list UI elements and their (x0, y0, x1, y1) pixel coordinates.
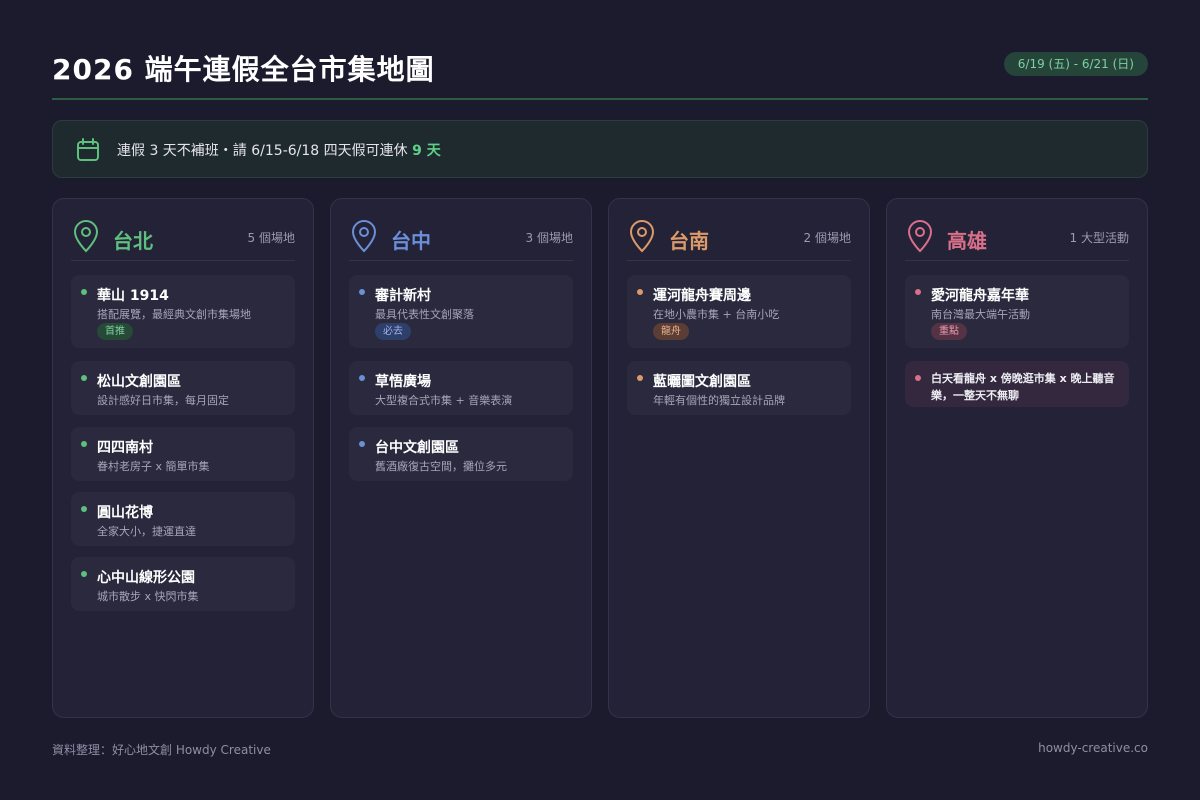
venue-desc: 在地小農市集 + 台南小吃 (653, 308, 780, 321)
region-header: 高雄 1 大型活動 (905, 217, 1129, 261)
venue-tag: 重點 (931, 323, 967, 340)
venue-desc: 設計感好日市集，每月固定 (97, 394, 229, 407)
venue-title: 運河龍舟賽周邊 (653, 288, 751, 304)
region-header: 台北 5 個場地 (71, 217, 295, 261)
venue-card[interactable]: 草悟廣場 大型複合式市集 + 音樂表演 (349, 361, 573, 415)
venue-title: 台中文創園區 (375, 440, 459, 456)
venue-card[interactable]: 四四南村 眷村老房子 x 簡單市集 (71, 427, 295, 481)
footer-credit: 資料整理：好心地文創 Howdy Creative (52, 743, 271, 757)
calendar-icon (77, 138, 99, 161)
venue-desc: 大型複合式市集 + 音樂表演 (375, 394, 513, 407)
venue-title: 松山文創園區 (97, 374, 181, 390)
map-pin-icon (629, 220, 655, 253)
region-name: 高雄 (947, 229, 987, 253)
page: 2026 端午連假全台市集地圖 6/19 (五) - 6/21 (日) 連假 3… (52, 0, 1148, 800)
region-name: 台南 (669, 229, 709, 253)
venue-desc: 全家大小，捷運直達 (97, 525, 196, 538)
region-name: 台中 (391, 229, 431, 253)
venue-title: 審計新村 (375, 288, 431, 304)
venue-card[interactable]: 運河龍舟賽周邊 在地小農市集 + 台南小吃 龍舟 (627, 275, 851, 348)
venue-count: 5 個場地 (247, 231, 295, 245)
venue-card[interactable]: 圓山花博 全家大小，捷運直達 (71, 492, 295, 546)
map-pin-icon (351, 220, 377, 253)
venue-title: 心中山線形公園 (97, 570, 195, 586)
region-column-taichung: 台中 3 個場地 審計新村 最具代表性文創聚落 必去 草悟廣場 大型複合式市集 … (330, 198, 592, 718)
venue-count: 3 個場地 (525, 231, 573, 245)
venue-desc: 眷村老房子 x 簡單市集 (97, 460, 210, 473)
region-column-taipei: 台北 5 個場地 華山 1914 搭配展覽，最經典文創市集場地 首推 松山文創園… (52, 198, 314, 718)
venue-title: 圓山花博 (97, 505, 153, 521)
venue-card[interactable]: 松山文創園區 設計感好日市集，每月固定 (71, 361, 295, 415)
venue-desc: 南台灣最大端午活動 (931, 308, 1030, 321)
venue-desc: 最具代表性文創聚落 (375, 308, 474, 321)
venue-card[interactable]: 華山 1914 搭配展覽，最經典文創市集場地 首推 (71, 275, 295, 348)
notice-text: 連假 3 天不補班・請 6/15-6/18 四天假可連休 9 天 (117, 140, 441, 160)
map-pin-icon (907, 220, 933, 253)
bullet-dot (81, 289, 87, 295)
tip-card: 白天看龍舟 x 傍晚逛市集 x 晚上聽音樂，一整天不無聊 (905, 361, 1129, 407)
venue-title: 四四南村 (97, 440, 153, 456)
venue-desc: 年輕有個性的獨立設計品牌 (653, 394, 785, 407)
bullet-dot (915, 289, 921, 295)
tip-text: 白天看龍舟 x 傍晚逛市集 x 晚上聽音樂，一整天不無聊 (931, 372, 1115, 402)
venue-title: 愛河龍舟嘉年華 (931, 288, 1029, 304)
footer-site-link[interactable]: howdy-creative.co (1038, 741, 1148, 755)
bullet-dot (915, 375, 921, 381)
date-range-badge: 6/19 (五) - 6/21 (日) (1003, 52, 1148, 76)
region-column-tainan: 台南 2 個場地 運河龍舟賽周邊 在地小農市集 + 台南小吃 龍舟 藍曬圖文創園… (608, 198, 870, 718)
bullet-dot (81, 441, 87, 447)
bullet-dot (81, 506, 87, 512)
venue-card[interactable]: 心中山線形公園 城市散步 x 快閃市集 (71, 557, 295, 611)
venue-tag: 必去 (375, 323, 411, 340)
bullet-dot (637, 289, 643, 295)
bullet-dot (359, 375, 365, 381)
bullet-dot (359, 441, 365, 447)
venue-desc: 搭配展覽，最經典文創市集場地 (97, 308, 251, 321)
header: 2026 端午連假全台市集地圖 6/19 (五) - 6/21 (日) (52, 46, 1148, 100)
region-header: 台南 2 個場地 (627, 217, 851, 261)
venue-title: 華山 1914 (97, 288, 169, 304)
venue-card[interactable]: 審計新村 最具代表性文創聚落 必去 (349, 275, 573, 348)
venue-tag: 首推 (97, 323, 133, 340)
holiday-notice: 連假 3 天不補班・請 6/15-6/18 四天假可連休 9 天 (52, 120, 1148, 178)
region-name: 台北 (113, 229, 153, 253)
venue-count: 2 個場地 (803, 231, 851, 245)
venue-card[interactable]: 藍曬圖文創園區 年輕有個性的獨立設計品牌 (627, 361, 851, 415)
map-pin-icon (73, 220, 99, 253)
venue-title: 藍曬圖文創園區 (653, 374, 751, 390)
region-column-kaohsiung: 高雄 1 大型活動 愛河龍舟嘉年華 南台灣最大端午活動 重點 白天看龍舟 x 傍… (886, 198, 1148, 718)
venue-card[interactable]: 愛河龍舟嘉年華 南台灣最大端午活動 重點 (905, 275, 1129, 348)
region-header: 台中 3 個場地 (349, 217, 573, 261)
bullet-dot (637, 375, 643, 381)
venue-count: 1 大型活動 (1069, 231, 1129, 245)
venue-tag: 龍舟 (653, 323, 689, 340)
notice-highlight: 9 天 (412, 143, 441, 159)
bullet-dot (81, 571, 87, 577)
region-columns: 台北 5 個場地 華山 1914 搭配展覽，最經典文創市集場地 首推 松山文創園… (52, 198, 1148, 718)
venue-desc: 舊酒廠復古空間，攤位多元 (375, 460, 507, 473)
bullet-dot (81, 375, 87, 381)
bullet-dot (359, 289, 365, 295)
venue-card[interactable]: 台中文創園區 舊酒廠復古空間，攤位多元 (349, 427, 573, 481)
page-title: 2026 端午連假全台市集地圖 (52, 53, 435, 86)
venue-desc: 城市散步 x 快閃市集 (97, 590, 199, 603)
notice-body: 連假 3 天不補班・請 6/15-6/18 四天假可連休 (117, 143, 413, 159)
venue-title: 草悟廣場 (375, 374, 431, 390)
